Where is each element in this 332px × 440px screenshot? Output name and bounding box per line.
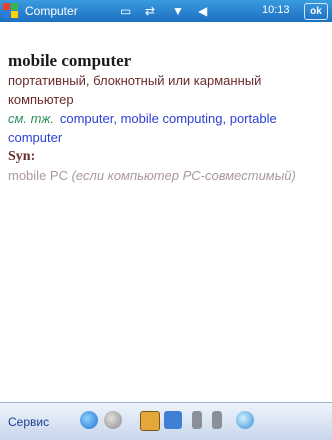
dictionary-entry: mobile computer портативный, блокнотный …: [8, 50, 326, 185]
keyboard-icon[interactable]: ▭: [120, 4, 131, 18]
app-title: Computer: [25, 4, 78, 18]
synonym-note: (если компьютер PC-совместимый): [71, 168, 296, 183]
book-icon[interactable]: [192, 411, 202, 429]
translation: портативный, блокнотный или карманный ко…: [8, 73, 262, 107]
bottom-toolbar: Сервис: [0, 402, 332, 440]
start-menu-icon[interactable]: [3, 3, 19, 19]
see-also-line: см. тж. computer, mobile computing, porta…: [8, 109, 326, 147]
sound-icon[interactable]: [236, 411, 254, 429]
see-also-marker: см. тж.: [8, 111, 54, 126]
synonym-label: Syn:: [8, 149, 36, 164]
synonym-line: mobile PC (если компьютер PC-совместимый…: [8, 166, 326, 185]
link-mobile-computing[interactable]: mobile computing,: [121, 111, 227, 126]
synonym: mobile PC: [8, 168, 68, 183]
speaker-icon[interactable]: ◀: [198, 4, 207, 18]
title-bar: Computer ▭ ⇄ ▼ ◀ 10:13 ok: [0, 0, 332, 22]
dictionary-icon[interactable]: [140, 411, 160, 431]
service-menu[interactable]: Сервис: [8, 415, 49, 429]
forward-icon[interactable]: [104, 411, 122, 429]
connectivity-icon[interactable]: ⇄: [145, 4, 155, 18]
history-icon[interactable]: [212, 411, 222, 429]
clock[interactable]: 10:13: [262, 4, 290, 16]
headword: mobile computer: [8, 51, 132, 70]
link-computer[interactable]: computer,: [60, 111, 117, 126]
globe-icon[interactable]: [164, 411, 182, 429]
back-icon[interactable]: [80, 411, 98, 429]
ok-button[interactable]: ok: [304, 3, 328, 20]
signal-icon[interactable]: ▼: [172, 4, 184, 18]
